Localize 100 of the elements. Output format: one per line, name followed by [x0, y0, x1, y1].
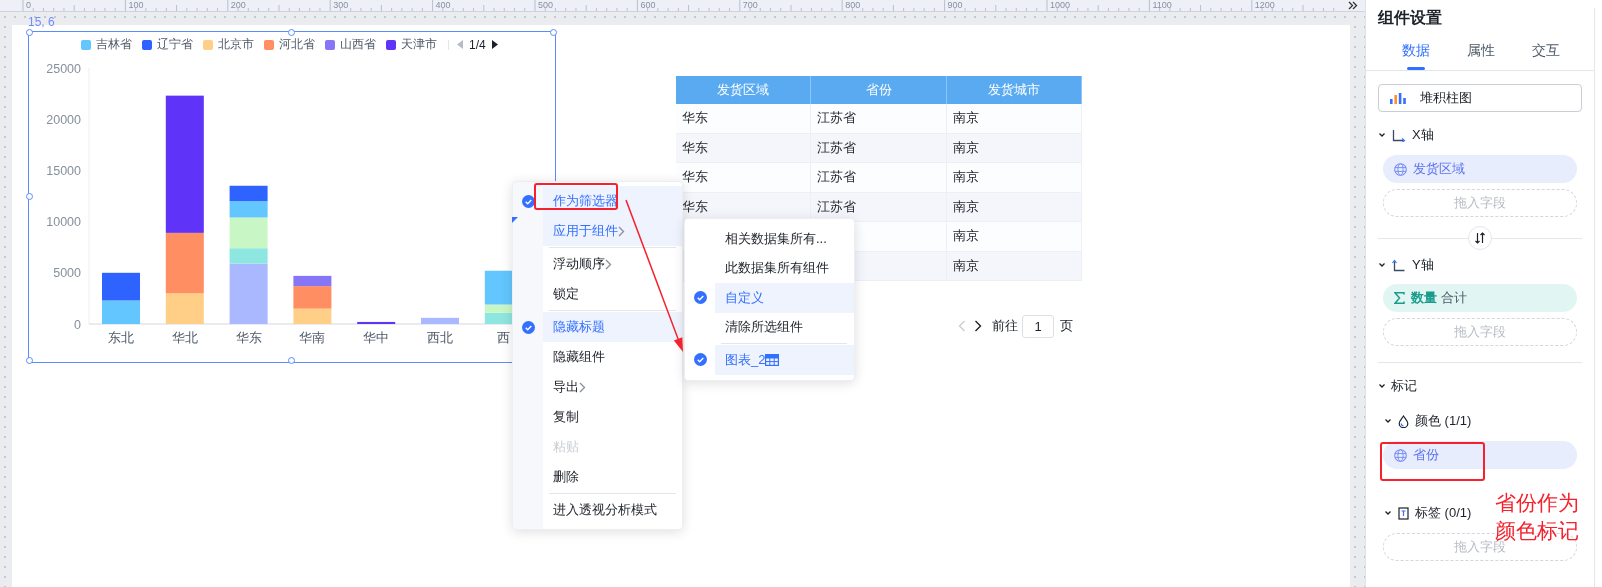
chevron-down-icon[interactable]	[1384, 417, 1392, 425]
legend-label: 辽宁省	[157, 36, 193, 53]
section-label: Y轴	[1412, 256, 1434, 274]
swap-button[interactable]	[1468, 226, 1492, 250]
chevron-right-icon[interactable]	[974, 320, 982, 332]
chevron-down-icon[interactable]	[1378, 261, 1386, 269]
ruler-label: 100	[128, 0, 144, 10]
ruler-label: 500	[538, 0, 554, 10]
resize-handle[interactable]	[287, 357, 295, 364]
legend-page-label: 1/4	[469, 37, 486, 52]
axis-label: 15000	[45, 163, 81, 178]
menu-item[interactable]: 清除所选组件	[715, 312, 854, 342]
table-cell: 南京	[947, 251, 1082, 281]
menu-item[interactable]: 此数据集所有组件	[715, 253, 854, 283]
field-pill[interactable]: 数量 合计	[1383, 284, 1577, 312]
ruler-label: 1000	[1050, 0, 1071, 10]
triangle-right-icon[interactable]	[491, 40, 498, 49]
menu-item[interactable]: 删除	[543, 462, 682, 492]
ruler-label: 1100	[1152, 0, 1172, 10]
table-cell: 南京	[947, 104, 1082, 134]
axis-label: 0	[73, 317, 81, 331]
menu-item[interactable]: 进入透视分析模式	[543, 495, 682, 525]
tab[interactable]: 数据	[1383, 38, 1448, 70]
legend-label: 山西省	[340, 36, 376, 53]
ruler-label: 900	[947, 0, 963, 10]
ruler-label: 300	[333, 0, 349, 10]
ruler-label: 1200	[1254, 0, 1275, 10]
field-pill[interactable]: 省份	[1383, 441, 1577, 469]
panel-title: 组件设置	[1378, 8, 1443, 28]
menu-item[interactable]: 隐藏组件	[543, 342, 682, 372]
menu-item[interactable]: 隐藏标题	[543, 312, 682, 342]
table-cell: 南京	[947, 222, 1082, 252]
axis-label: 5000	[52, 265, 81, 280]
menu-item[interactable]: 浮动顺序	[543, 249, 682, 279]
axis-label: 西	[496, 329, 510, 345]
tab[interactable]: 属性	[1448, 38, 1513, 70]
menu-item[interactable]: 应用于组件	[543, 216, 682, 246]
table-cell: 华东	[676, 104, 811, 134]
bar-segment	[420, 317, 459, 324]
table-cell: 江苏省	[811, 133, 947, 163]
menu-item[interactable]: 相关数据集所有...	[715, 224, 854, 254]
globe-icon	[1394, 162, 1407, 176]
tab[interactable]: 交互	[1513, 38, 1578, 70]
chevron-down-icon[interactable]	[1378, 382, 1386, 390]
axis-label: 20000	[45, 112, 81, 127]
table-cell: 南京	[947, 192, 1082, 222]
menu-item[interactable]: 自定义	[715, 283, 854, 313]
field-pill[interactable]: 发货区域	[1383, 155, 1577, 183]
bar-segment	[101, 299, 140, 324]
globe-icon	[1394, 448, 1407, 462]
axis-label: 10000	[45, 214, 81, 229]
axis-label: 25000	[45, 61, 81, 75]
section-label: 标记	[1391, 377, 1417, 395]
bar-segment	[356, 321, 395, 324]
goto-label: 前往	[992, 317, 1018, 335]
page-input[interactable]: 1	[1022, 314, 1054, 338]
chart-type-select[interactable]: 堆积柱图	[1378, 84, 1582, 112]
table-cell: 江苏省	[811, 104, 947, 134]
table-cell: 南京	[947, 133, 1082, 163]
menu-item[interactable]: 复制	[543, 402, 682, 432]
resize-handle[interactable]	[25, 357, 33, 364]
axis-label: 西北	[426, 329, 453, 345]
axis-label: 华东	[235, 329, 262, 345]
chevron-down-icon[interactable]	[1384, 509, 1392, 517]
chevron-down-icon[interactable]	[1378, 131, 1386, 139]
resize-handle[interactable]	[25, 192, 33, 200]
axis-icon	[1392, 258, 1406, 272]
double-chevron-icon[interactable]	[1348, 1, 1358, 10]
tag-icon	[1398, 506, 1409, 520]
ruler-label: 700	[742, 0, 758, 10]
section-label: X轴	[1412, 126, 1434, 144]
resize-handle[interactable]	[25, 28, 33, 36]
position-label: 15, 6	[28, 15, 55, 29]
bar-segment	[229, 185, 268, 201]
axis-label: 华南	[298, 329, 325, 345]
table-cell: 南京	[947, 163, 1082, 193]
menu-item[interactable]: 锁定	[543, 279, 682, 309]
menu-item[interactable]: 图表_2	[715, 345, 854, 375]
bar-chart-icon	[1390, 92, 1406, 104]
sum-icon	[1394, 292, 1405, 304]
drop-icon	[1398, 414, 1409, 428]
menu-item[interactable]: 导出	[543, 372, 682, 402]
table-icon	[765, 353, 780, 366]
menu-item[interactable]: 作为筛选器	[543, 186, 682, 216]
bar-segment	[101, 272, 140, 300]
ruler-label: 200	[230, 0, 246, 10]
legend-label: 北京市	[218, 36, 254, 53]
legend-label: 天津市	[401, 36, 437, 53]
swap-icon	[1474, 232, 1486, 244]
resize-handle[interactable]	[550, 28, 557, 36]
page-suffix: 页	[1060, 317, 1073, 335]
axis-label: 华中	[362, 329, 389, 345]
corner-marker-icon	[512, 217, 518, 223]
legend-label: 吉林省	[96, 36, 132, 53]
table-cell: 华东	[676, 133, 811, 163]
ruler-label: 0	[26, 0, 31, 10]
resize-handle[interactable]	[287, 28, 295, 36]
ruler-label: 800	[845, 0, 861, 10]
axis-label: 东北	[107, 329, 134, 345]
axis-label: 华北	[171, 329, 198, 345]
